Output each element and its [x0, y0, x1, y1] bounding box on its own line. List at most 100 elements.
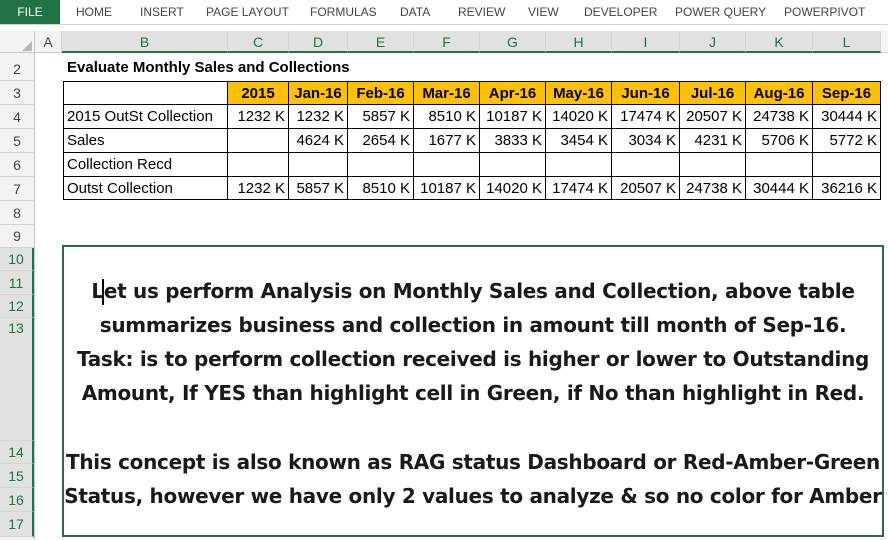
tab-file[interactable]: FILE: [0, 0, 60, 24]
column-header-b[interactable]: B: [62, 31, 228, 53]
tab-insert[interactable]: INSERT: [140, 0, 184, 24]
tab-power-query[interactable]: POWER QUERY: [675, 0, 766, 24]
row-header-15[interactable]: 15: [0, 464, 34, 488]
row-header-12[interactable]: 12: [0, 295, 34, 318]
column-header-c[interactable]: C: [228, 31, 289, 53]
row-header-7[interactable]: 7: [0, 177, 34, 201]
header-cell-jun-16[interactable]: Jun-16: [612, 81, 680, 105]
row-header-9[interactable]: 9: [0, 225, 34, 248]
textbox-line-6: Status, however we have only 2 values to…: [64, 484, 882, 508]
column-header-l[interactable]: L: [813, 31, 881, 53]
row-label[interactable]: 2015 OutSt Collection: [63, 105, 228, 129]
row-header-14[interactable]: 14: [0, 441, 34, 464]
table-cell[interactable]: [228, 129, 289, 153]
table-cell[interactable]: [414, 153, 480, 177]
row-header-17[interactable]: 17: [0, 512, 34, 537]
table-cell[interactable]: 8510 K: [414, 105, 480, 129]
table-cell[interactable]: 24738 K: [680, 177, 746, 200]
table-cell[interactable]: 1232 K: [228, 105, 289, 129]
tab-review[interactable]: REVIEW: [458, 0, 505, 24]
header-cell-feb-16[interactable]: Feb-16: [348, 81, 414, 105]
header-empty-cell[interactable]: [63, 81, 228, 105]
table-cell[interactable]: [348, 153, 414, 177]
row-header-3[interactable]: 3: [0, 81, 34, 105]
column-header-f[interactable]: F: [414, 31, 480, 53]
tab-powerpivot[interactable]: POWERPIVOT: [784, 0, 865, 24]
header-cell-aug-16[interactable]: Aug-16: [746, 81, 813, 105]
table-cell[interactable]: 2654 K: [348, 129, 414, 153]
textbox-line-4: Amount, If YES than highlight cell in Gr…: [81, 381, 865, 405]
column-header-h[interactable]: H: [546, 31, 612, 53]
table-cell[interactable]: 1677 K: [414, 129, 480, 153]
row-header-16[interactable]: 16: [0, 488, 34, 512]
header-cell-sep-16[interactable]: Sep-16: [813, 81, 881, 105]
table-cell[interactable]: 14020 K: [546, 105, 612, 129]
table-cell[interactable]: 30444 K: [813, 105, 881, 129]
header-cell-2015[interactable]: 2015: [228, 81, 289, 105]
table-cell[interactable]: 20507 K: [680, 105, 746, 129]
column-header-i[interactable]: I: [612, 31, 680, 53]
table-cell[interactable]: 10187 K: [414, 177, 480, 200]
textbox-line-1: Let us perform Analysis on Monthly Sales…: [91, 279, 855, 303]
table-cell[interactable]: 8510 K: [348, 177, 414, 200]
row-label[interactable]: Collection Recd: [63, 153, 228, 177]
table-cell[interactable]: [746, 153, 813, 177]
table-cell[interactable]: 17474 K: [612, 105, 680, 129]
table-cell[interactable]: 3454 K: [546, 129, 612, 153]
row-label[interactable]: Outst Collection: [63, 177, 228, 200]
row-header-2[interactable]: 2: [0, 57, 34, 81]
table-cell[interactable]: 5772 K: [813, 129, 881, 153]
tab-view[interactable]: VIEW: [528, 0, 559, 24]
table-cell[interactable]: 5706 K: [746, 129, 813, 153]
table-cell[interactable]: [813, 153, 881, 177]
table-cell[interactable]: 20507 K: [612, 177, 680, 200]
select-all-corner[interactable]: [0, 31, 35, 53]
table-cell[interactable]: [228, 153, 289, 177]
table-cell[interactable]: 5857 K: [348, 105, 414, 129]
table-cell[interactable]: 24738 K: [746, 105, 813, 129]
table-cell[interactable]: [546, 153, 612, 177]
tab-page-layout[interactable]: PAGE LAYOUT: [206, 0, 289, 24]
table-cell[interactable]: 3833 K: [480, 129, 546, 153]
table-cell[interactable]: 30444 K: [746, 177, 813, 200]
column-header-j[interactable]: J: [680, 31, 746, 53]
header-cell-may-16[interactable]: May-16: [546, 81, 612, 105]
header-cell-apr-16[interactable]: Apr-16: [480, 81, 546, 105]
row-header-5[interactable]: 5: [0, 129, 34, 153]
table-cell[interactable]: 4624 K: [289, 129, 348, 153]
table-cell[interactable]: 3034 K: [612, 129, 680, 153]
row-header-8[interactable]: 8: [0, 201, 34, 225]
header-cell-jul-16[interactable]: Jul-16: [680, 81, 746, 105]
column-header-d[interactable]: D: [289, 31, 348, 53]
header-cell-jan-16[interactable]: Jan-16: [289, 81, 348, 105]
column-header-g[interactable]: G: [480, 31, 546, 53]
column-header-a[interactable]: A: [35, 31, 62, 53]
table-cell[interactable]: [680, 153, 746, 177]
tab-home[interactable]: HOME: [76, 0, 112, 24]
row-header-6[interactable]: 6: [0, 153, 34, 177]
table-cell[interactable]: [612, 153, 680, 177]
table-cell[interactable]: 14020 K: [480, 177, 546, 200]
table-cell[interactable]: 10187 K: [480, 105, 546, 129]
table-cell[interactable]: [480, 153, 546, 177]
table-cell[interactable]: 4231 K: [680, 129, 746, 153]
table-cell[interactable]: 36216 K: [813, 177, 881, 200]
tab-formulas[interactable]: FORMULAS: [310, 0, 377, 24]
header-cell-mar-16[interactable]: Mar-16: [414, 81, 480, 105]
column-header-k[interactable]: K: [746, 31, 813, 53]
table-cell[interactable]: 1232 K: [228, 177, 289, 200]
column-header-e[interactable]: E: [348, 31, 414, 53]
row-header-4[interactable]: 4: [0, 105, 34, 129]
table-cell[interactable]: 1232 K: [289, 105, 348, 129]
row-header-11[interactable]: 11: [0, 271, 34, 295]
table-cell[interactable]: 17474 K: [546, 177, 612, 200]
row-label[interactable]: Sales: [63, 129, 228, 153]
analysis-textbox[interactable]: Let us perform Analysis on Monthly Sales…: [62, 245, 884, 537]
textbox-line-3: Task: is to perform collection received …: [76, 347, 870, 371]
tab-developer[interactable]: DEVELOPER: [584, 0, 657, 24]
tab-data[interactable]: DATA: [400, 0, 430, 24]
table-cell[interactable]: 5857 K: [289, 177, 348, 200]
row-header-13[interactable]: 13: [0, 318, 34, 441]
row-header-10[interactable]: 10: [0, 248, 34, 271]
table-cell[interactable]: [289, 153, 348, 177]
